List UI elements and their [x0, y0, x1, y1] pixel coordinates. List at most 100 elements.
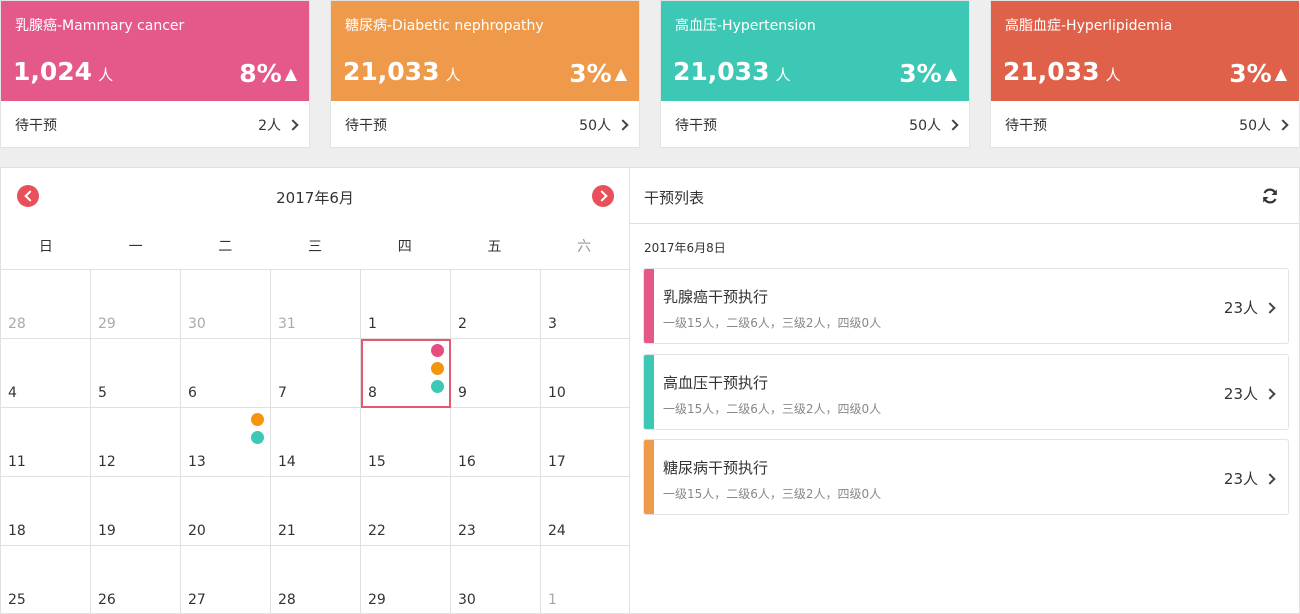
weekday-fri: 五	[487, 239, 502, 255]
weekday-sat: 六	[577, 239, 592, 255]
item-count-value: 23人	[1223, 470, 1258, 488]
calendar-day[interactable]: 14	[271, 408, 361, 477]
calendar-day[interactable]: 20	[181, 477, 271, 546]
calendar-day[interactable]: 15	[361, 408, 451, 477]
trend-up-icon: ▲	[284, 64, 297, 83]
card-percent-value: 8%	[239, 59, 282, 88]
card-pending-row[interactable]: 待干预 50人	[661, 101, 969, 149]
item-name: 高血压干预执行	[663, 374, 769, 392]
calendar-day[interactable]: 26	[91, 546, 181, 614]
card-percent: 3% ▲	[899, 59, 957, 88]
card-count-unit: 人	[445, 66, 461, 84]
day-number: 17	[548, 454, 566, 470]
item-description: 一级15人，二级6人，三级2人，四级0人	[663, 402, 882, 416]
calendar-day[interactable]: 1	[541, 546, 631, 614]
calendar-day[interactable]: 9	[451, 339, 541, 408]
pending-value: 50人	[579, 118, 611, 134]
card-count-value: 21,033	[1003, 57, 1100, 86]
trend-up-icon: ▲	[944, 64, 957, 83]
day-number: 28	[278, 592, 296, 608]
trend-up-icon: ▲	[614, 64, 627, 83]
calendar-day[interactable]: 21	[271, 477, 361, 546]
calendar-day[interactable]: 11	[1, 408, 91, 477]
card-header: 高血压-Hypertension 21,033 人 3% ▲	[661, 1, 969, 101]
item-count-value: 23人	[1223, 299, 1258, 317]
item-description: 一级15人，二级6人，三级2人，四级0人	[663, 487, 882, 501]
day-number: 26	[98, 592, 116, 608]
next-month-button[interactable]	[592, 185, 614, 207]
calendar-day[interactable]: 7	[271, 339, 361, 408]
card-header: 高脂血症-Hyperlipidemia 21,033 人 3% ▲	[991, 1, 1299, 101]
weekday-mon: 一	[128, 239, 143, 255]
calendar-day[interactable]: 29	[361, 546, 451, 614]
calendar-day[interactable]: 4	[1, 339, 91, 408]
event-indicators	[251, 413, 264, 444]
day-number: 16	[458, 454, 476, 470]
calendar-day[interactable]: 24	[541, 477, 631, 546]
calendar-day[interactable]: 12	[91, 408, 181, 477]
day-number: 11	[8, 454, 26, 470]
list-item-hypertension[interactable]: 高血压干预执行 一级15人，二级6人，三级2人，四级0人 23人	[643, 354, 1289, 430]
card-label: 乳腺癌-Mammary cancer	[15, 18, 185, 34]
card-count-value: 1,024	[13, 57, 93, 86]
card-pending-row[interactable]: 待干预 50人	[991, 101, 1299, 149]
card-pending-row[interactable]: 待干预 2人	[1, 101, 309, 149]
day-number: 7	[278, 385, 287, 401]
calendar-day[interactable]: 19	[91, 477, 181, 546]
pending-label: 待干预	[345, 118, 387, 134]
calendar-day[interactable]: 2	[451, 270, 541, 339]
card-count: 21,033 人	[673, 57, 791, 86]
event-dot	[251, 413, 264, 426]
day-number: 5	[98, 385, 107, 401]
calendar-day[interactable]: 22	[361, 477, 451, 546]
calendar-day[interactable]: 10	[541, 339, 631, 408]
card-percent: 3% ▲	[1229, 59, 1287, 88]
weekday-header: 日 一 二 三 四 五 六	[1, 224, 629, 270]
item-color-bar	[644, 355, 654, 429]
day-number: 29	[98, 316, 116, 332]
card-percent-value: 3%	[1229, 59, 1272, 88]
day-number: 29	[368, 592, 386, 608]
calendar-day[interactable]: 27	[181, 546, 271, 614]
pending-value: 50人	[1239, 118, 1271, 134]
calendar-day[interactable]: 28	[1, 270, 91, 339]
day-number: 14	[278, 454, 296, 470]
refresh-icon[interactable]	[1261, 187, 1279, 205]
calendar-day[interactable]: 30	[451, 546, 541, 614]
calendar-day[interactable]: 1	[361, 270, 451, 339]
day-number: 27	[188, 592, 206, 608]
calendar-day-selected[interactable]: 8	[361, 339, 451, 408]
calendar-day[interactable]: 18	[1, 477, 91, 546]
calendar-day[interactable]: 5	[91, 339, 181, 408]
day-number: 20	[188, 523, 206, 539]
calendar-day[interactable]: 31	[271, 270, 361, 339]
day-number: 18	[8, 523, 26, 539]
calendar-day[interactable]: 3	[541, 270, 631, 339]
calendar-day[interactable]: 17	[541, 408, 631, 477]
card-pending-row[interactable]: 待干预 50人	[331, 101, 639, 149]
list-item-diabetes[interactable]: 糖尿病干预执行 一级15人，二级6人，三级2人，四级0人 23人	[643, 439, 1289, 515]
calendar-day[interactable]: 6	[181, 339, 271, 408]
card-header: 糖尿病-Diabetic nephropathy 21,033 人 3% ▲	[331, 1, 639, 101]
calendar-day[interactable]: 13	[181, 408, 271, 477]
calendar-day[interactable]: 23	[451, 477, 541, 546]
calendar-day[interactable]: 28	[271, 546, 361, 614]
list-item-mammary-cancer[interactable]: 乳腺癌干预执行 一级15人，二级6人，三级2人，四级0人 23人	[643, 268, 1289, 344]
chevron-right-icon	[947, 119, 959, 131]
card-label: 高血压-Hypertension	[675, 18, 816, 34]
pending-value: 2人	[258, 118, 281, 134]
calendar-day[interactable]: 29	[91, 270, 181, 339]
day-number: 1	[368, 316, 377, 332]
calendar-day[interactable]: 30	[181, 270, 271, 339]
item-count-value: 23人	[1223, 385, 1258, 403]
weekday-wed: 三	[308, 239, 323, 255]
chevron-right-icon	[1277, 119, 1289, 131]
day-number: 1	[548, 592, 557, 608]
card-count-value: 21,033	[673, 57, 770, 86]
calendar-day[interactable]: 25	[1, 546, 91, 614]
calendar-day[interactable]: 16	[451, 408, 541, 477]
item-name: 乳腺癌干预执行	[663, 288, 769, 306]
day-number: 3	[548, 316, 557, 332]
item-count: 23人	[1223, 297, 1276, 318]
event-dot	[251, 431, 264, 444]
